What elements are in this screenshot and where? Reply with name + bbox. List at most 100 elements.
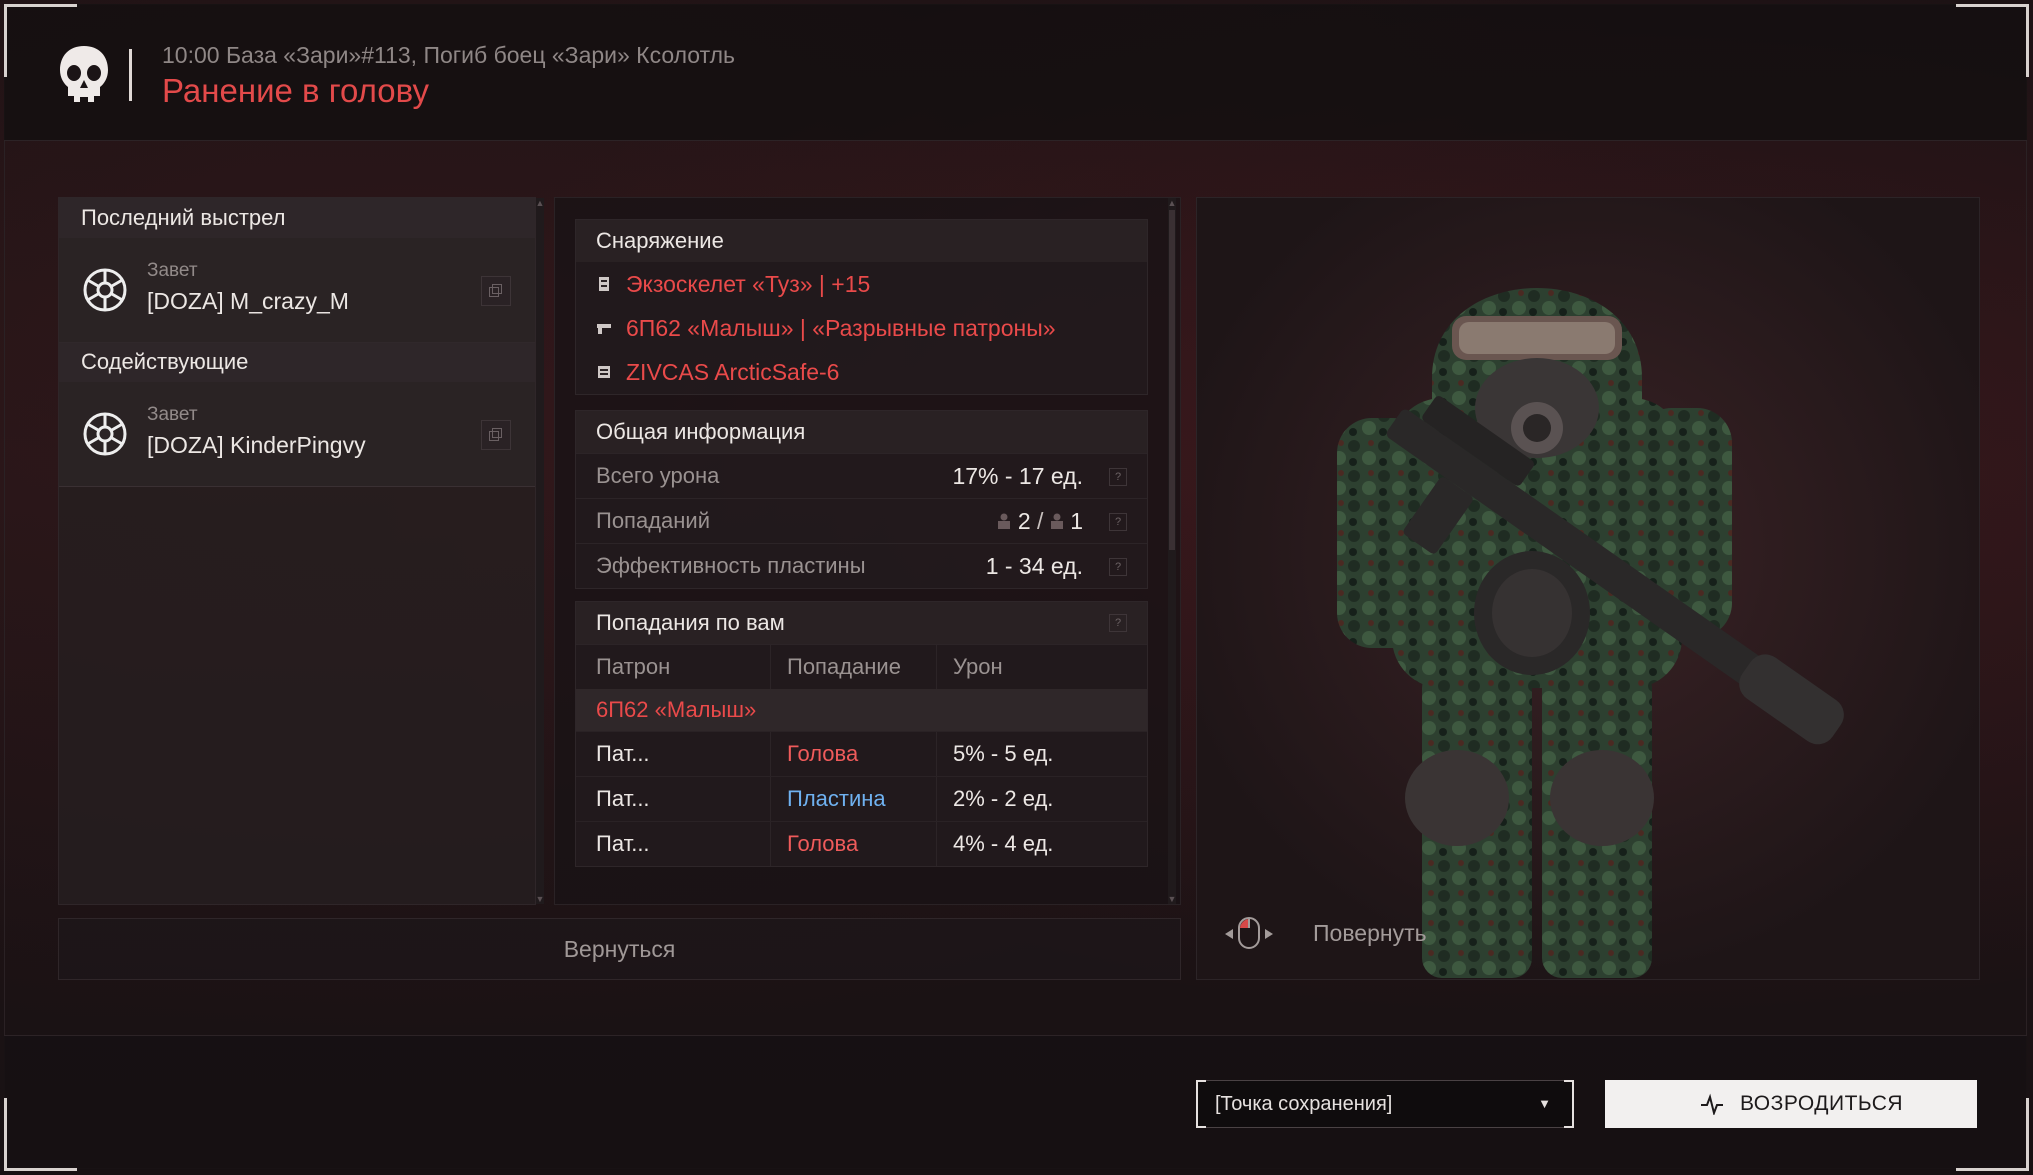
- faction-emblem-icon: [83, 268, 127, 312]
- frame-corner: [1956, 4, 2029, 77]
- frame-corner: [4, 1098, 77, 1171]
- copy-killer-name-button[interactable]: [481, 276, 511, 306]
- equipment-item-label: 6П62 «Малыш» | «Разрывные патроны»: [626, 315, 1056, 341]
- hits-count-value: 2 / 1: [997, 499, 1083, 543]
- help-button[interactable]: ?: [1109, 513, 1127, 531]
- header-separator: [129, 49, 132, 101]
- assistants-heading: Содействующие: [59, 342, 535, 382]
- equipment-item[interactable]: Экзоскелет «Туз» | +15: [576, 262, 1147, 306]
- equipment-card: Снаряжение Экзоскелет «Туз» | +15 6П62 «…: [575, 219, 1148, 395]
- column-divider: [770, 732, 771, 776]
- player-silhouette-icon: [1050, 513, 1063, 529]
- scroll-up-arrow[interactable]: ▲: [535, 198, 545, 208]
- respawn-point-select[interactable]: [Точка сохранения] ▼: [1196, 1080, 1574, 1128]
- info-label: Попаданий: [596, 508, 710, 533]
- hits-count-row: Попаданий 2 / 1 ?: [576, 498, 1147, 543]
- mouse-drag-icon: [1225, 917, 1273, 949]
- hits-heading-label: Попадания по вам: [596, 610, 785, 635]
- help-button[interactable]: ?: [1109, 558, 1127, 576]
- respawn-button[interactable]: ВОЗРОДИТЬСЯ: [1602, 1080, 1980, 1128]
- killer-name: [DOZA] M_crazy_M: [147, 288, 349, 314]
- column-divider: [936, 732, 937, 776]
- character-preview[interactable]: Повернуть: [1196, 197, 1980, 980]
- column-hit-zone: Попадание: [787, 654, 901, 679]
- death-meta-text: 10:00 База «Зари»#113, Погиб боец «Зари»…: [162, 42, 736, 68]
- general-info-heading: Общая информация: [576, 411, 1147, 453]
- info-value: 1 - 34 ед.: [985, 553, 1083, 579]
- frame-corner: [4, 4, 77, 77]
- copy-icon: [489, 428, 502, 441]
- zone-cell: Голова: [787, 831, 859, 856]
- faction-emblem-icon: [83, 412, 127, 456]
- scroll-down-arrow[interactable]: ▼: [535, 894, 545, 904]
- last-shot-heading: Последний выстрел: [59, 198, 535, 238]
- copy-icon: [489, 284, 502, 297]
- death-header: 10:00 База «Зари»#113, Погиб боец «Зари»…: [4, 4, 2027, 141]
- table-row: Пат... Пластина 2% - 2 ед.: [576, 776, 1147, 821]
- weapon-group-row: 6П62 «Малыш»: [576, 689, 1147, 731]
- hits-heading: Попадания по вам ?: [576, 602, 1147, 644]
- damage-cell: 2% - 2 ед.: [953, 786, 1054, 811]
- rotate-label: Повернуть: [1313, 920, 1427, 946]
- soldier-model: [1197, 198, 1979, 979]
- rotate-hint: Повернуть: [1223, 914, 1427, 950]
- armor-icon: [599, 277, 609, 291]
- scroll-down-arrow[interactable]: ▼: [1167, 894, 1177, 904]
- column-divider: [770, 645, 771, 689]
- damage-details-panel: Снаряжение Экзоскелет «Туз» | +15 6П62 «…: [554, 197, 1181, 905]
- copy-assistant-name-button[interactable]: [481, 420, 511, 450]
- table-row: Пат... Голова 4% - 4 ед.: [576, 821, 1147, 866]
- gun-icon: [597, 324, 611, 334]
- info-value: 17% - 17 ед.: [952, 463, 1083, 489]
- equipment-item-label: ZIVCAS ArcticSafe-6: [626, 359, 840, 385]
- info-label: Всего урона: [596, 463, 720, 488]
- left-scrollbar[interactable]: [536, 198, 544, 904]
- hits-separator: /: [1037, 508, 1044, 534]
- device-icon: [598, 366, 610, 378]
- heartbeat-icon: [1701, 1093, 1723, 1115]
- equipment-item[interactable]: 6П62 «Малыш» | «Разрывные патроны»: [576, 306, 1147, 350]
- column-damage: Урон: [953, 654, 1003, 679]
- killer-row: Завет [DOZA] M_crazy_M: [59, 238, 535, 343]
- ammo-cell: Пат...: [596, 831, 650, 856]
- back-button[interactable]: Вернуться: [58, 918, 1181, 980]
- assistant-faction: Завет: [147, 404, 198, 425]
- assistant-row: Завет [DOZA] KinderPingvy: [59, 382, 535, 487]
- column-divider: [936, 777, 937, 821]
- assistant-name: [DOZA] KinderPingvy: [147, 432, 366, 458]
- table-row: Пат... Голова 5% - 5 ед.: [576, 731, 1147, 776]
- equipment-heading: Снаряжение: [576, 220, 1147, 262]
- select-right-bracket: [1564, 1080, 1574, 1128]
- equipment-item-label: Экзоскелет «Туз» | +15: [626, 271, 871, 297]
- frame-corner: [1956, 1098, 2029, 1171]
- killers-panel: Последний выстрел Завет [DOZA] M_crazy_M…: [58, 197, 544, 905]
- plate-efficiency-row: Эффективность пластины 1 - 34 ед. ?: [576, 543, 1147, 588]
- column-ammo: Патрон: [596, 654, 671, 679]
- ammo-cell: Пат...: [596, 786, 650, 811]
- player-silhouette-icon: [998, 513, 1011, 529]
- damage-cell: 5% - 5 ед.: [953, 741, 1054, 766]
- killer-faction: Завет: [147, 260, 198, 281]
- zone-cell: Пластина: [787, 786, 886, 811]
- chevron-down-icon: ▼: [1538, 1096, 1551, 1111]
- death-cause-title: Ранение в голову: [162, 72, 429, 109]
- damage-cell: 4% - 4 ед.: [953, 831, 1054, 856]
- help-button[interactable]: ?: [1109, 614, 1127, 632]
- zone-cell: Голова: [787, 741, 859, 766]
- hits-table-header: Патрон Попадание Урон: [576, 644, 1147, 689]
- total-damage-row: Всего урона 17% - 17 ед. ?: [576, 453, 1147, 498]
- info-label: Эффективность пластины: [596, 553, 866, 578]
- middle-scrollbar-thumb[interactable]: [1169, 210, 1175, 550]
- column-divider: [936, 645, 937, 689]
- general-info-card: Общая информация Всего урона 17% - 17 ед…: [575, 410, 1148, 589]
- column-divider: [936, 822, 937, 866]
- equipment-item[interactable]: ZIVCAS ArcticSafe-6: [576, 350, 1147, 394]
- ammo-cell: Пат...: [596, 741, 650, 766]
- help-button[interactable]: ?: [1109, 468, 1127, 486]
- scroll-up-arrow[interactable]: ▲: [1167, 198, 1177, 208]
- hits-by-you: 2: [1017, 508, 1031, 534]
- hits-on-you: 1: [1070, 508, 1083, 534]
- hits-on-you-card: Попадания по вам ? Патрон Попадание Урон…: [575, 601, 1148, 867]
- select-left-bracket: [1196, 1080, 1206, 1128]
- respawn-left-notch: [1602, 1080, 1612, 1128]
